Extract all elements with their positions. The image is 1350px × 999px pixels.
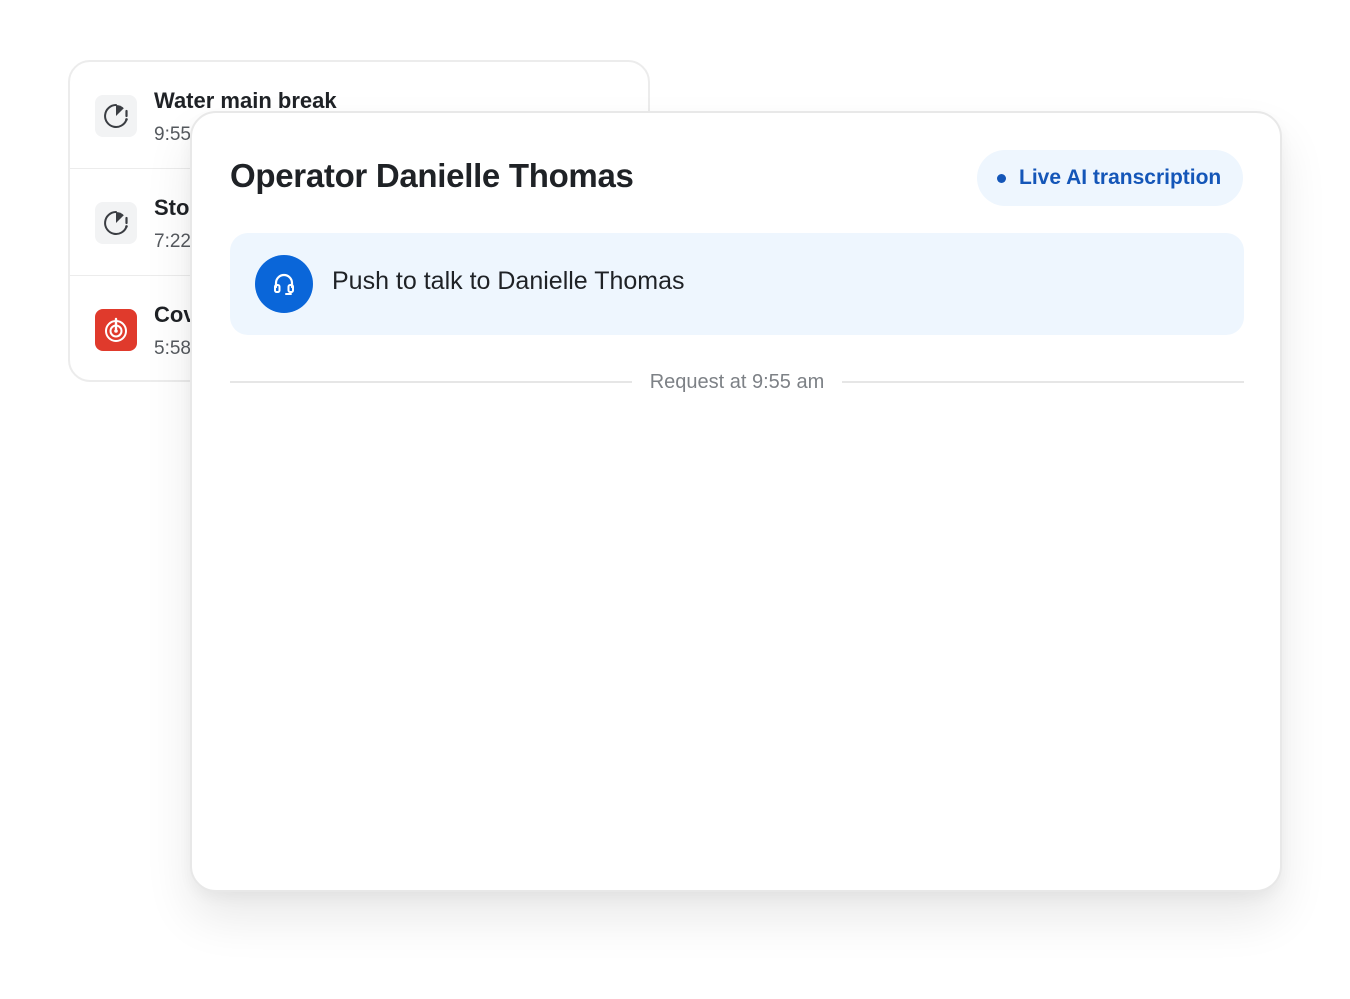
stage: Water main break 9:55 Sto 7:22 Cov 5:58 … xyxy=(0,0,1350,999)
live-dot-icon xyxy=(997,173,1006,183)
divider-line xyxy=(230,381,632,383)
operator-card: Operator Danielle Thomas Live AI transcr… xyxy=(190,111,1282,892)
clock-alert-icon xyxy=(95,202,137,244)
incident-time: 5:58 xyxy=(154,338,191,359)
operator-title: Operator Danielle Thomas xyxy=(230,157,634,194)
live-transcription-badge: Live AI transcription xyxy=(977,150,1243,206)
clock-alert-icon xyxy=(95,95,137,137)
divider-line xyxy=(842,381,1244,383)
live-transcription-label: Live AI transcription xyxy=(1019,166,1222,189)
incident-time: 7:22 xyxy=(154,231,191,252)
incident-title: Sto xyxy=(154,195,190,220)
request-divider: Request at 9:55 am xyxy=(230,367,1244,397)
incident-time: 9:55 xyxy=(154,124,191,145)
push-to-talk-bar[interactable]: Push to talk to Danielle Thomas xyxy=(230,233,1244,335)
push-to-talk-button[interactable] xyxy=(255,255,313,313)
alarm-icon xyxy=(95,309,137,351)
headset-icon xyxy=(274,273,294,295)
push-to-talk-label: Push to talk to Danielle Thomas xyxy=(332,267,685,295)
request-time-label: Request at 9:55 am xyxy=(649,370,825,393)
